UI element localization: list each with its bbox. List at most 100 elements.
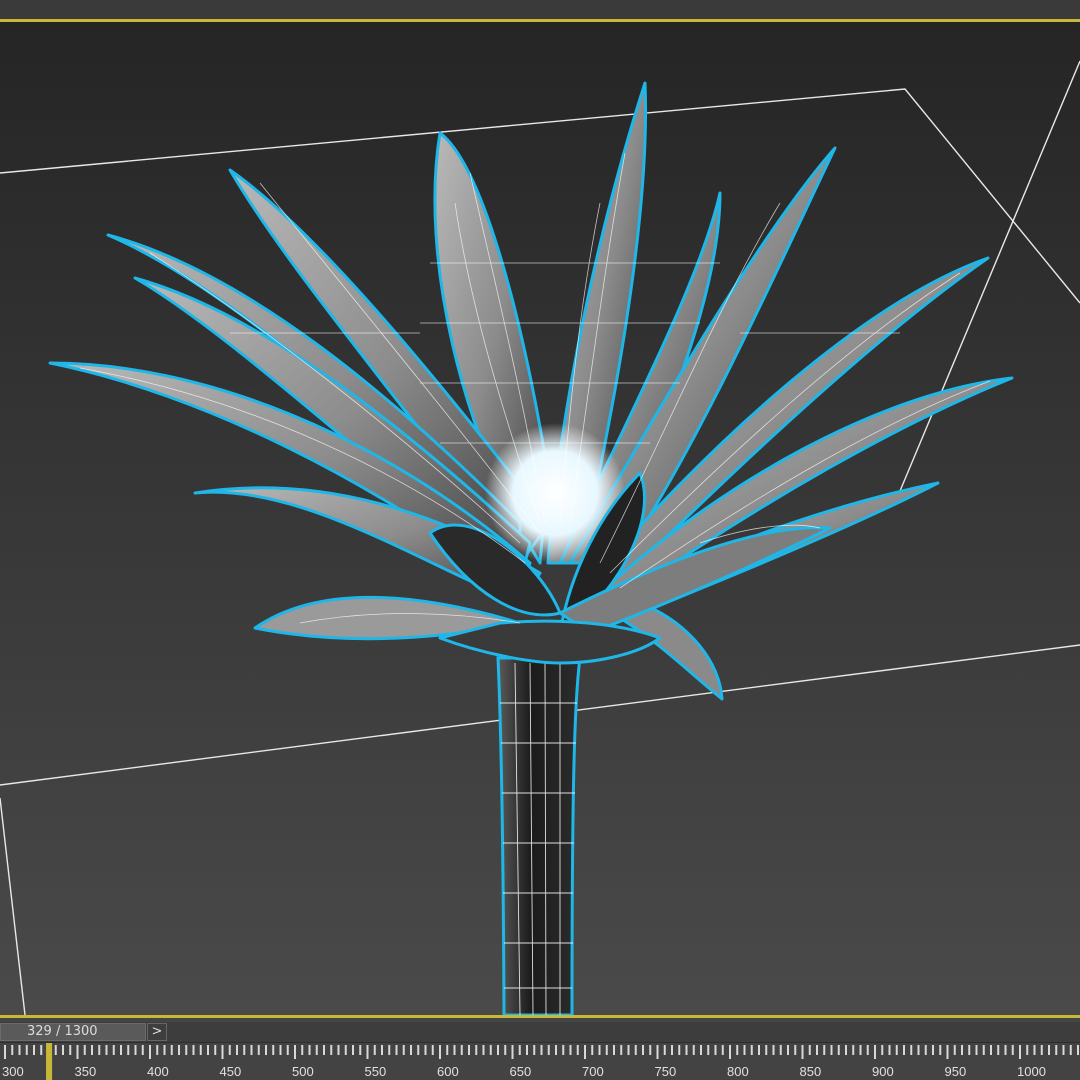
ruler-tick — [656, 1045, 659, 1059]
ruler-tick — [540, 1045, 543, 1055]
ruler-tick — [888, 1045, 891, 1055]
ruler-tick — [518, 1045, 521, 1055]
ruler-tick — [627, 1045, 630, 1055]
timeline-panel: 329 / 1300 > 300 350 400 450 500 550 600 650 700… — [0, 1018, 1080, 1080]
ruler-tick — [736, 1045, 739, 1055]
ruler-tick — [25, 1045, 28, 1055]
ruler-tick — [1004, 1045, 1007, 1055]
ruler-tick — [787, 1045, 789, 1055]
ruler-tick — [91, 1045, 93, 1055]
perspective-viewport[interactable] — [0, 19, 1080, 1018]
ruler-label: 650 — [510, 1064, 532, 1079]
ruler-tick — [18, 1045, 21, 1055]
ruler-tick — [649, 1045, 652, 1055]
ruler-tick — [671, 1045, 673, 1055]
ruler-tick — [569, 1045, 572, 1055]
ruler-tick — [961, 1045, 963, 1055]
ruler-tick — [707, 1045, 710, 1055]
ruler-tick — [178, 1045, 180, 1055]
time-slider[interactable]: 329 / 1300 — [0, 1023, 146, 1041]
ruler-tick — [337, 1045, 340, 1055]
ruler-tick — [301, 1045, 304, 1055]
ruler-tick — [837, 1045, 840, 1055]
ruler-label: 400 — [147, 1064, 169, 1079]
ruler-tick — [758, 1045, 760, 1055]
ruler-tick — [120, 1045, 122, 1055]
track-bar-ruler[interactable]: 300 350 400 450 500 550 600 650 700 750 800 850 900 9… — [0, 1043, 1080, 1080]
ruler-tick — [917, 1045, 920, 1055]
ruler-tick — [700, 1045, 702, 1055]
ruler-tick — [163, 1045, 166, 1055]
ruler-tick — [54, 1045, 57, 1055]
app-window: 329 / 1300 > 300 350 400 450 500 550 600 650 700… — [0, 0, 1080, 1080]
ruler-tick — [366, 1045, 369, 1059]
ruler-label: 950 — [945, 1064, 967, 1079]
ruler-tick — [141, 1045, 144, 1055]
next-frame-button[interactable]: > — [147, 1023, 167, 1041]
ruler-tick — [511, 1045, 514, 1059]
ruler-tick — [373, 1045, 376, 1055]
ruler-tick — [98, 1045, 101, 1055]
ruler-tick — [127, 1045, 130, 1055]
ruler-tick — [881, 1045, 884, 1055]
ruler-tick — [489, 1045, 492, 1055]
ruler-tick — [170, 1045, 173, 1055]
ruler-tick — [939, 1045, 942, 1055]
ruler-tick — [830, 1045, 833, 1055]
ruler-tick — [453, 1045, 456, 1055]
ruler-tick — [685, 1045, 688, 1055]
ruler-canvas[interactable]: 300 350 400 450 500 550 600 650 700 750 800 850 900 9… — [0, 1043, 1080, 1080]
ruler-tick — [1040, 1045, 1043, 1055]
ruler-tick — [765, 1045, 768, 1055]
ruler-tick — [76, 1045, 79, 1059]
ruler-tick — [265, 1045, 267, 1055]
ruler-tick — [236, 1045, 238, 1055]
ruler-tick — [69, 1045, 72, 1055]
ruler-tick — [1033, 1045, 1036, 1055]
ruler-tick — [105, 1045, 108, 1055]
current-frame-marker[interactable] — [46, 1043, 53, 1080]
ruler-tick — [352, 1045, 354, 1055]
ruler-tick — [33, 1045, 35, 1055]
ruler-tick — [1048, 1045, 1050, 1055]
ruler-tick — [721, 1045, 724, 1055]
ruler-tick — [968, 1045, 971, 1055]
ruler-label: 350 — [75, 1064, 97, 1079]
flower-stem[interactable] — [496, 656, 582, 1015]
ruler-tick — [663, 1045, 666, 1055]
ruler-label: 850 — [800, 1064, 822, 1079]
time-slider-track[interactable]: 329 / 1300 > — [0, 1022, 1080, 1043]
ruler-tick — [997, 1045, 1000, 1055]
ruler-tick — [642, 1045, 644, 1055]
ruler-tick — [816, 1045, 818, 1055]
ruler-tick — [439, 1045, 441, 1059]
ruler-tick — [286, 1045, 289, 1055]
ruler-tick — [613, 1045, 615, 1055]
ruler-tick — [279, 1045, 282, 1055]
viewport-header-strip — [0, 0, 1080, 19]
ruler-label: 450 — [220, 1064, 242, 1079]
ruler-label: 1000 — [1017, 1064, 1046, 1079]
ruler-tick — [482, 1045, 485, 1055]
ruler-tick — [214, 1045, 217, 1055]
ruler-tick — [714, 1045, 717, 1055]
ruler-tick — [1011, 1045, 1014, 1055]
ruler-tick — [932, 1045, 934, 1055]
ruler-tick — [294, 1045, 296, 1059]
viewport-canvas[interactable] — [0, 22, 1080, 1015]
ruler-tick — [729, 1045, 731, 1059]
ruler-tick — [257, 1045, 260, 1055]
ruler-tick — [424, 1045, 427, 1055]
ruler-tick — [591, 1045, 594, 1055]
ruler-tick — [620, 1045, 623, 1055]
ruler-label: 900 — [872, 1064, 894, 1079]
ruler-tick — [874, 1045, 876, 1059]
ruler-tick — [605, 1045, 608, 1055]
ruler-tick — [315, 1045, 318, 1055]
time-slider-label: 329 / 1300 — [27, 1024, 98, 1039]
ruler-tick — [323, 1045, 325, 1055]
ruler-tick — [808, 1045, 811, 1055]
ruler-tick — [388, 1045, 391, 1055]
ruler-tick — [11, 1045, 14, 1055]
ruler-tick — [975, 1045, 978, 1055]
